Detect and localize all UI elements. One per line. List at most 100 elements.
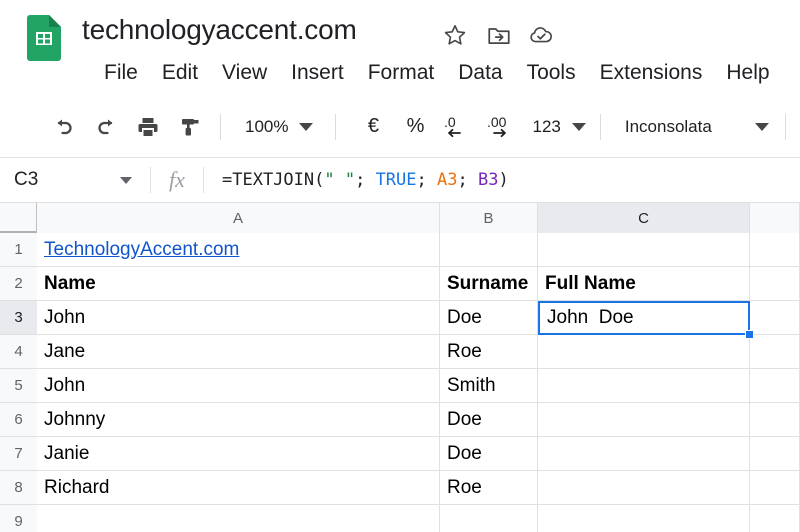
name-box-value: C3 <box>14 169 39 190</box>
cell-A4[interactable]: Jane <box>37 335 440 368</box>
select-all-corner[interactable] <box>0 203 37 233</box>
chevron-down-icon-2 <box>571 122 586 131</box>
cell-C6[interactable] <box>538 403 750 436</box>
cell-X4[interactable] <box>750 335 800 368</box>
cell-B6[interactable]: Doe <box>440 403 538 436</box>
menu-item-help[interactable]: Help <box>714 61 781 85</box>
row-header-1[interactable]: 1 <box>0 233 37 267</box>
currency-format-button[interactable]: € <box>356 110 390 144</box>
cell-B3[interactable]: Doe <box>440 301 538 334</box>
cell-X2[interactable] <box>750 267 800 300</box>
table-row: Jane Roe <box>37 335 800 369</box>
fill-handle[interactable] <box>745 330 754 339</box>
cell-X3[interactable] <box>750 301 800 334</box>
name-box[interactable]: C3 <box>0 158 150 203</box>
cell-B7[interactable]: Doe <box>440 437 538 470</box>
redo-icon[interactable] <box>88 109 124 145</box>
cell-X7[interactable] <box>750 437 800 470</box>
cell-B9[interactable] <box>440 505 538 532</box>
menu-item-insert[interactable]: Insert <box>279 61 356 85</box>
table-row <box>37 505 800 532</box>
cell-A1[interactable]: TechnologyAccent.com <box>37 233 440 266</box>
cell-A6[interactable]: Johnny <box>37 403 440 436</box>
undo-icon[interactable] <box>46 109 82 145</box>
font-family-control[interactable]: Inconsolata <box>625 110 769 144</box>
number-format-label: 123 <box>532 116 561 136</box>
star-icon[interactable] <box>442 22 468 48</box>
row-header-6[interactable]: 6 <box>0 403 37 437</box>
column-header-B[interactable]: B <box>440 203 538 233</box>
formula-token-0: =TEXTJOIN( <box>222 170 325 190</box>
cell-B4[interactable]: Roe <box>440 335 538 368</box>
menu-item-edit[interactable]: Edit <box>150 61 210 85</box>
percent-format-button[interactable]: % <box>398 110 432 144</box>
cell-A5[interactable]: John <box>37 369 440 402</box>
menu-item-tools[interactable]: Tools <box>515 61 588 85</box>
document-title[interactable]: technologyaccent.com <box>82 14 357 46</box>
cell-X6[interactable] <box>750 403 800 436</box>
formula-token-8: ) <box>498 170 509 190</box>
cell-B5[interactable]: Smith <box>440 369 538 402</box>
increase-decimal-button[interactable]: .00 <box>482 109 526 145</box>
function-fx-icon[interactable]: fx <box>151 167 203 193</box>
decrease-decimal-button[interactable]: .0 <box>438 109 478 145</box>
cell-B2[interactable]: Surname <box>440 267 538 300</box>
table-row: Richard Roe <box>37 471 800 505</box>
cell-B1[interactable] <box>440 233 538 266</box>
number-format-control[interactable]: 123 <box>532 110 586 144</box>
column-header-extra[interactable] <box>750 203 800 233</box>
cell-C8[interactable] <box>538 471 750 504</box>
cell-X9[interactable] <box>750 505 800 532</box>
menu-item-view[interactable]: View <box>210 61 279 85</box>
row-header-4[interactable]: 4 <box>0 335 37 369</box>
row-header-8[interactable]: 8 <box>0 471 37 505</box>
font-family-value: Inconsolata <box>624 116 712 136</box>
cell-C7[interactable] <box>538 437 750 470</box>
row-header-5[interactable]: 5 <box>0 369 37 403</box>
table-row: Name Surname Full Name <box>37 267 800 301</box>
table-row: John Smith <box>37 369 800 403</box>
zoom-control[interactable]: 100% <box>245 110 314 144</box>
menu-item-file[interactable]: File <box>100 61 150 85</box>
cell-X8[interactable] <box>750 471 800 504</box>
cell-B8[interactable]: Roe <box>440 471 538 504</box>
paint-format-icon[interactable] <box>172 109 208 145</box>
menu-bar: File Edit View Insert Format Data Tools … <box>100 58 782 88</box>
column-header-C[interactable]: C <box>538 203 750 233</box>
menu-item-format[interactable]: Format <box>356 61 447 85</box>
sheets-logo-icon[interactable] <box>27 15 61 61</box>
cell-A8[interactable]: Richard <box>37 471 440 504</box>
toolbar-divider-2 <box>335 113 337 140</box>
cell-A9[interactable] <box>37 505 440 532</box>
row-header-7[interactable]: 7 <box>0 437 37 471</box>
cell-A7[interactable]: Janie <box>37 437 440 470</box>
row-header-2[interactable]: 2 <box>0 267 37 301</box>
zoom-value: 100% <box>245 116 289 136</box>
cell-area: TechnologyAccent.com Name Surname Full Name… <box>37 233 800 532</box>
cell-C4[interactable] <box>538 335 750 368</box>
cell-C9[interactable] <box>538 505 750 532</box>
cell-X5[interactable] <box>750 369 800 402</box>
cell-C2[interactable]: Full Name <box>538 267 750 300</box>
chevron-down-icon-3 <box>754 122 769 131</box>
cloud-saved-icon[interactable] <box>528 22 554 48</box>
print-icon[interactable] <box>130 109 166 145</box>
cell-X1[interactable] <box>750 233 800 266</box>
formula-input[interactable]: =TEXTJOIN(" "; TRUE; A3; B3) <box>204 170 800 190</box>
chevron-down-icon-namebox <box>120 176 132 184</box>
menu-item-extensions[interactable]: Extensions <box>588 61 715 85</box>
menu-item-data[interactable]: Data <box>446 61 514 85</box>
column-headers: ABC <box>0 203 800 233</box>
table-row: Johnny Doe <box>37 403 800 437</box>
column-header-A[interactable]: A <box>37 203 440 233</box>
row-header-9[interactable]: 9 <box>0 505 37 532</box>
cell-A3[interactable]: John <box>37 301 440 334</box>
cell-C5[interactable] <box>538 369 750 402</box>
formula-token-4: ; <box>416 170 437 190</box>
cell-C1[interactable] <box>538 233 750 266</box>
row-header-3[interactable]: 3 <box>0 301 37 335</box>
cell-A2[interactable]: Name <box>37 267 440 300</box>
formula-token-1: " " <box>324 170 356 190</box>
move-to-folder-icon[interactable] <box>486 22 512 48</box>
svg-text:.00: .00 <box>487 114 507 130</box>
